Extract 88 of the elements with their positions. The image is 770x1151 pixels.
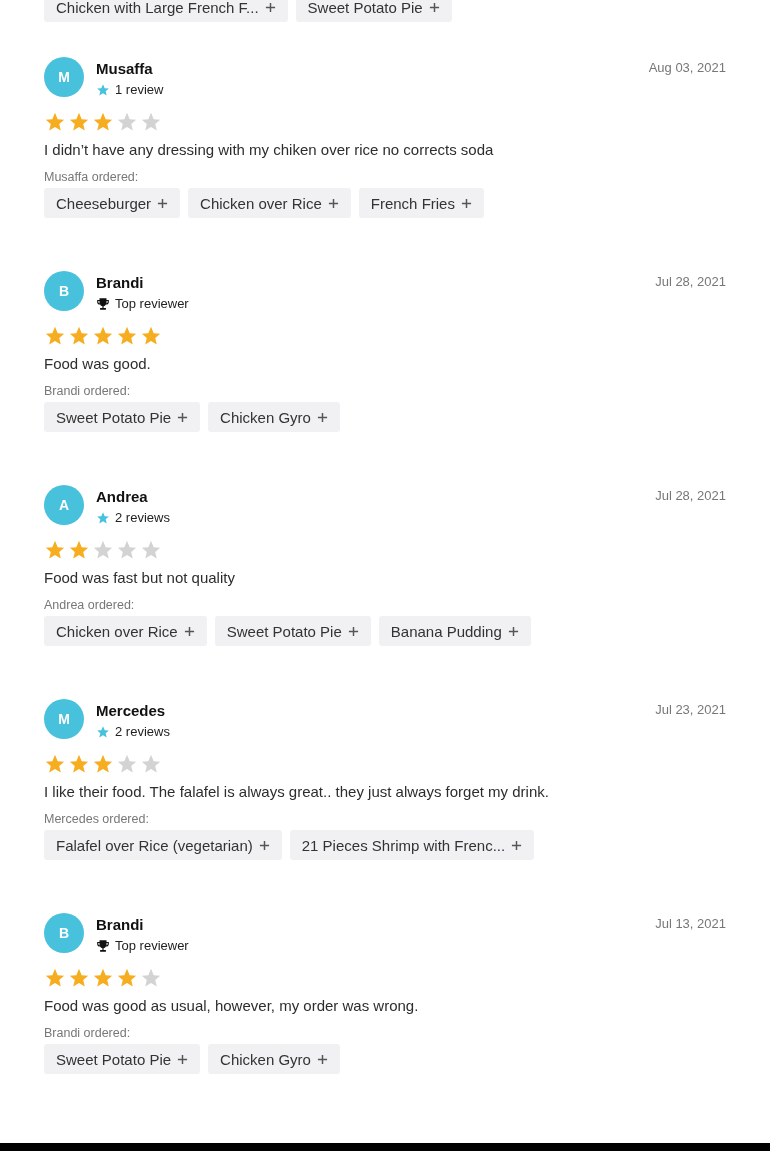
star-icon — [68, 539, 90, 561]
menu-item-chip[interactable]: Sweet Potato Pie — [44, 1044, 201, 1074]
review-date: Jul 28, 2021 — [655, 273, 726, 289]
user-avatar: M — [44, 699, 84, 739]
user-avatar: B — [44, 271, 84, 311]
star-icon — [44, 111, 66, 133]
menu-item-chip[interactable]: French Fries — [358, 188, 484, 218]
reviewer-name: Musaffa — [96, 60, 154, 77]
star-icon — [44, 753, 66, 775]
review-text: I didn’t have any dressing with my chiken over rice no corrects soda — [44, 141, 495, 158]
plus-icon — [183, 625, 195, 637]
review-text: Food was good as usual, however, my order was wrong. — [44, 997, 420, 1014]
star-icon — [116, 967, 138, 989]
star-icon — [140, 539, 162, 561]
star-icon — [116, 111, 138, 133]
ordered-label: Mercedes ordered: — [44, 812, 150, 826]
plus-icon — [177, 1053, 189, 1065]
trophy-icon — [96, 938, 110, 953]
ordered-label: Andrea ordered: — [44, 598, 136, 612]
reviewer-status-label: 2 reviews — [115, 724, 170, 739]
review-date: Jul 28, 2021 — [655, 487, 726, 503]
menu-item-chip[interactable]: Falafel over Rice (vegetarian) — [44, 830, 282, 860]
star-icon — [44, 967, 66, 989]
star-icon — [140, 325, 162, 347]
menu-item-chip[interactable]: Chicken over Rice — [188, 188, 351, 218]
star-icon — [92, 325, 114, 347]
menu-item-chip[interactable]: Sweet Potato Pie — [214, 616, 371, 646]
plus-icon — [460, 197, 472, 209]
reviewer-status-label: 1 review — [115, 82, 164, 97]
menu-item-chip[interactable]: Chicken Gyro — [208, 1044, 340, 1074]
star-icon — [68, 967, 90, 989]
plus-icon — [347, 625, 359, 637]
star-icon — [96, 510, 110, 525]
star-icon — [140, 967, 162, 989]
plus-icon — [177, 411, 189, 423]
reviewer-status-label: Top reviewer — [115, 296, 189, 311]
ordered-label: Brandi ordered: — [44, 384, 132, 398]
user-avatar: B — [44, 913, 84, 953]
star-icon — [116, 539, 138, 561]
star-icon — [92, 111, 114, 133]
plus-icon — [258, 839, 270, 851]
star-icon — [44, 539, 66, 561]
user-avatar: A — [44, 485, 84, 525]
reviewer-status-label: 2 reviews — [115, 510, 170, 525]
star-icon — [140, 753, 162, 775]
star-icon — [44, 325, 66, 347]
review-date: Aug 03, 2021 — [648, 59, 726, 75]
star-icon — [96, 82, 110, 97]
star-icon — [116, 753, 138, 775]
reviewer-name: Brandi — [96, 274, 145, 291]
plus-icon — [511, 839, 523, 851]
menu-item-chip[interactable]: Chicken with Large French F... — [44, 0, 288, 22]
plus-icon — [316, 1053, 328, 1065]
star-icon — [92, 967, 114, 989]
plus-icon — [428, 1, 440, 13]
star-icon — [140, 111, 162, 133]
review-date: Jul 13, 2021 — [655, 915, 726, 931]
plus-icon — [157, 197, 169, 209]
menu-item-chip[interactable]: Banana Pudding — [378, 616, 531, 646]
star-icon — [92, 753, 114, 775]
star-icon — [116, 325, 138, 347]
menu-item-chip[interactable]: Chicken over Rice — [44, 616, 207, 646]
star-icon — [92, 539, 114, 561]
menu-item-chip[interactable]: Sweet Potato Pie — [44, 402, 201, 432]
reviewer-name: Brandi — [96, 916, 145, 933]
ordered-label: Brandi ordered: — [44, 1026, 132, 1040]
plus-icon — [507, 625, 519, 637]
plus-icon — [316, 411, 328, 423]
reviewer-status-label: Top reviewer — [115, 938, 189, 953]
menu-item-chip[interactable]: 21 Pieces Shrimp with Frenc... — [289, 830, 535, 860]
ordered-label: Musaffa ordered: — [44, 170, 140, 184]
star-icon — [68, 753, 90, 775]
star-icon — [68, 111, 90, 133]
user-avatar: M — [44, 57, 84, 97]
reviewer-name: Andrea — [96, 488, 149, 505]
menu-item-chip[interactable]: Cheeseburger — [44, 188, 181, 218]
review-date: Jul 23, 2021 — [655, 701, 726, 717]
reviewer-name: Mercedes — [96, 702, 167, 719]
trophy-icon — [96, 296, 110, 311]
review-text: I like their food. The falafel is always great.. they just always forget my drink. — [44, 783, 550, 800]
plus-icon — [327, 197, 339, 209]
menu-item-chip[interactable]: Sweet Potato Pie — [295, 0, 452, 22]
menu-item-chip[interactable]: Chicken Gyro — [208, 402, 340, 432]
review-text: Food was good. — [44, 355, 152, 372]
star-icon — [96, 724, 110, 739]
star-icon — [68, 325, 90, 347]
plus-icon — [264, 1, 276, 13]
review-text: Food was fast but not quality — [44, 569, 236, 586]
